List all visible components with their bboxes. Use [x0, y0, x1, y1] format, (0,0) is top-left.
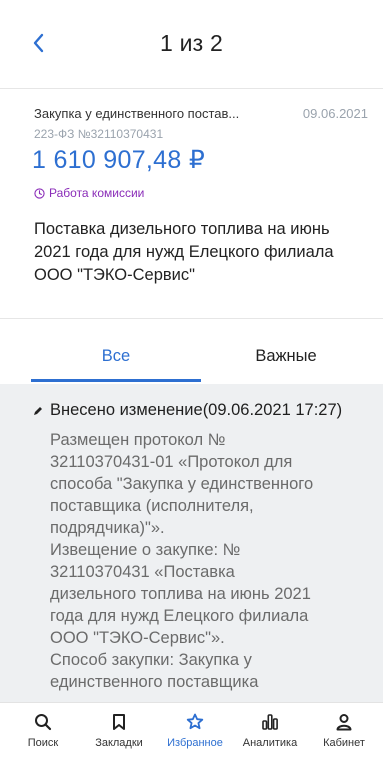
nav-cabinet[interactable]: Кабинет — [306, 712, 382, 749]
procurement-type: Закупка у единственного постав... — [34, 106, 240, 121]
nav-analytics-label: Аналитика — [242, 737, 298, 749]
purchase-price: 1 610 907,48 ₽ — [32, 146, 206, 174]
status-badge: Работа комиссии — [34, 186, 144, 200]
page-title: 1 из 2 — [160, 30, 223, 56]
nav-favorites[interactable]: Избранное — [157, 712, 233, 749]
tab-all[interactable]: Все — [31, 347, 201, 366]
active-tab-indicator — [31, 379, 201, 382]
event-body: Размещен протокол № 32110370431-01 «Прот… — [50, 431, 314, 691]
star-icon — [186, 713, 204, 730]
nav-search[interactable]: Поиск — [5, 712, 81, 749]
nav-bookmarks[interactable]: Закладки — [81, 712, 157, 749]
status-text: Работа комиссии — [49, 186, 145, 200]
analytics-icon — [262, 714, 278, 730]
nav-cabinet-label: Кабинет — [323, 737, 365, 749]
procurement-date: 09.06.2021 — [302, 106, 368, 121]
event-title-text: Внесено изменение(09.06.2021 17:27) — [50, 401, 343, 419]
bookmark-icon — [113, 714, 125, 730]
pencil-icon — [34, 406, 42, 415]
card-divider — [0, 318, 383, 319]
user-icon — [336, 714, 352, 731]
nav-bookmarks-label: Закладки — [95, 737, 143, 749]
tab-important[interactable]: Важные — [201, 347, 371, 366]
nav-search-label: Поиск — [27, 737, 59, 749]
law-number: 223-ФЗ №32110370431 — [34, 127, 164, 141]
purchase-description: Поставка дизельного топлива на июнь 2021… — [34, 220, 334, 284]
search-icon — [35, 714, 52, 731]
nav-favorites-label: Избранное — [167, 737, 223, 749]
clock-icon — [34, 187, 45, 199]
nav-analytics[interactable]: Аналитика — [232, 712, 308, 749]
event-title: Внесено изменение(09.06.2021 17:27) — [32, 401, 342, 420]
